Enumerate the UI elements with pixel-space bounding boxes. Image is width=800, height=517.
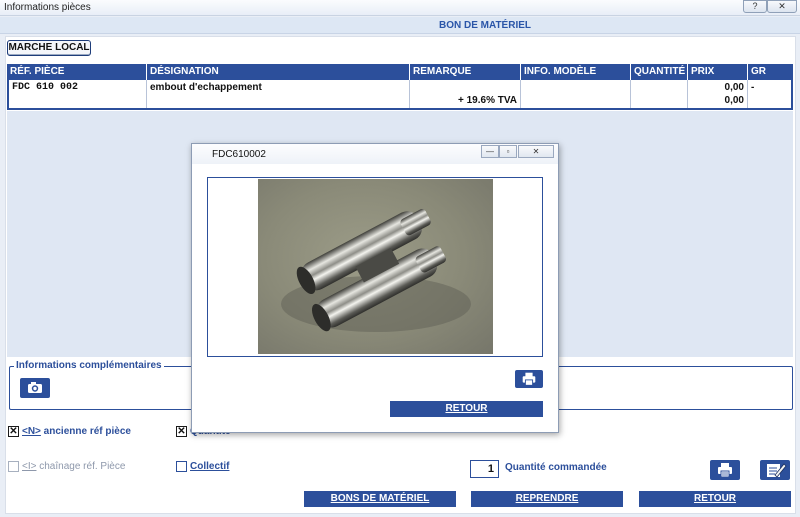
printer-icon [522, 372, 536, 386]
second-option-checkbox[interactable]: ✕ [176, 426, 187, 437]
parts-table: RÉF. PIÈCE DÉSIGNATION REMARQUE INFO. MO… [7, 64, 793, 110]
column-header-ref[interactable]: RÉF. PIÈCE [7, 64, 147, 80]
table-header: RÉF. PIÈCE DÉSIGNATION REMARQUE INFO. MO… [7, 64, 793, 80]
ref-value: FDC 610 002 [12, 82, 79, 93]
form-title: BON DE MATÉRIEL [438, 20, 532, 31]
collectif-label[interactable]: Collectif [190, 461, 229, 472]
cell-prix: 0,00 0,00 [688, 80, 748, 108]
ancienne-ref-label[interactable]: <N> ancienne réf pièce [22, 426, 131, 437]
restore-icon[interactable]: ▫ [499, 145, 517, 158]
marche-local-button[interactable]: MARCHE LOCAL [7, 40, 91, 56]
ancienne-ref-checkbox[interactable]: ✕ [8, 426, 19, 437]
cell-gr: - [748, 80, 791, 108]
close-icon[interactable]: ✕ [518, 145, 554, 158]
table-row[interactable]: FDC 610 002 embout d'echappement + 19.6%… [7, 80, 793, 110]
printer-icon [718, 463, 732, 478]
dialog-retour-label: RETOUR [445, 403, 488, 414]
cell-ref: FDC 610 002 [9, 80, 147, 108]
photo-frame [207, 177, 543, 357]
window-title: Informations pièces [4, 2, 91, 13]
cell-quantite [631, 80, 688, 108]
print-button[interactable] [710, 460, 740, 480]
prix-tva-value: 0,00 [724, 95, 744, 106]
dialog-titlebar: FDC610002 — ▫ ✕ [192, 144, 558, 164]
exhaust-tip-image [281, 209, 471, 332]
dialog-title: FDC610002 [212, 149, 266, 160]
column-header-remarque[interactable]: REMARQUE [410, 64, 521, 80]
designation-value: embout d'echappement [150, 82, 262, 93]
chainage-checkbox[interactable] [8, 461, 19, 472]
ancienne-ref-shortcut: <N> [22, 426, 41, 437]
edit-button[interactable] [760, 460, 790, 480]
image-dialog: FDC610002 — ▫ ✕ RETOUR [191, 143, 559, 433]
help-button[interactable]: ? [743, 0, 767, 13]
cell-remarque: + 19.6% TVA [410, 80, 521, 108]
quantity-label: Quantité commandée [505, 462, 607, 473]
window-close-button[interactable]: ✕ [767, 0, 797, 13]
retour-button[interactable]: RETOUR [639, 491, 791, 507]
minimize-icon[interactable]: — [481, 145, 499, 158]
form-header: BON DE MATÉRIEL [0, 17, 800, 34]
window-titlebar: Informations pièces ? ✕ [0, 0, 800, 16]
quantity-input[interactable]: 1 [470, 460, 499, 478]
column-header-gr[interactable]: GR [748, 64, 793, 80]
tva-label: + 19.6% TVA [457, 95, 517, 106]
cell-designation: embout d'echappement [147, 80, 410, 108]
camera-button[interactable] [20, 378, 50, 398]
camera-icon [28, 382, 42, 393]
column-header-info-modele[interactable]: INFO. MODÈLE [521, 64, 631, 80]
ancienne-ref-text: ancienne réf pièce [40, 426, 131, 437]
part-photo [258, 179, 493, 354]
edit-document-icon [767, 463, 787, 478]
dialog-retour-button[interactable]: RETOUR [390, 401, 543, 417]
dialog-print-button[interactable] [515, 370, 543, 388]
column-header-designation[interactable]: DÉSIGNATION [147, 64, 410, 80]
reprendre-label: REPRENDRE [515, 493, 579, 504]
retour-label: RETOUR [693, 493, 737, 504]
gr-value: - [751, 82, 755, 93]
bons-materiel-label: BONS DE MATÉRIEL [330, 493, 430, 504]
reprendre-button[interactable]: REPRENDRE [471, 491, 623, 507]
prix-value: 0,00 [724, 82, 744, 93]
chainage-text: chaînage réf. Pièce [36, 461, 126, 472]
infos-legend: Informations complémentaires [14, 360, 164, 371]
column-header-prix[interactable]: PRIX [688, 64, 748, 80]
collectif-checkbox[interactable] [176, 461, 187, 472]
chainage-shortcut: <I> [22, 461, 37, 472]
cell-info-modele [521, 80, 631, 108]
chainage-label[interactable]: <I> chaînage réf. Pièce [22, 461, 125, 472]
collectif-text: Collectif [190, 461, 230, 472]
column-header-quantite[interactable]: QUANTITÉ [631, 64, 688, 80]
bons-materiel-button[interactable]: BONS DE MATÉRIEL [304, 491, 456, 507]
